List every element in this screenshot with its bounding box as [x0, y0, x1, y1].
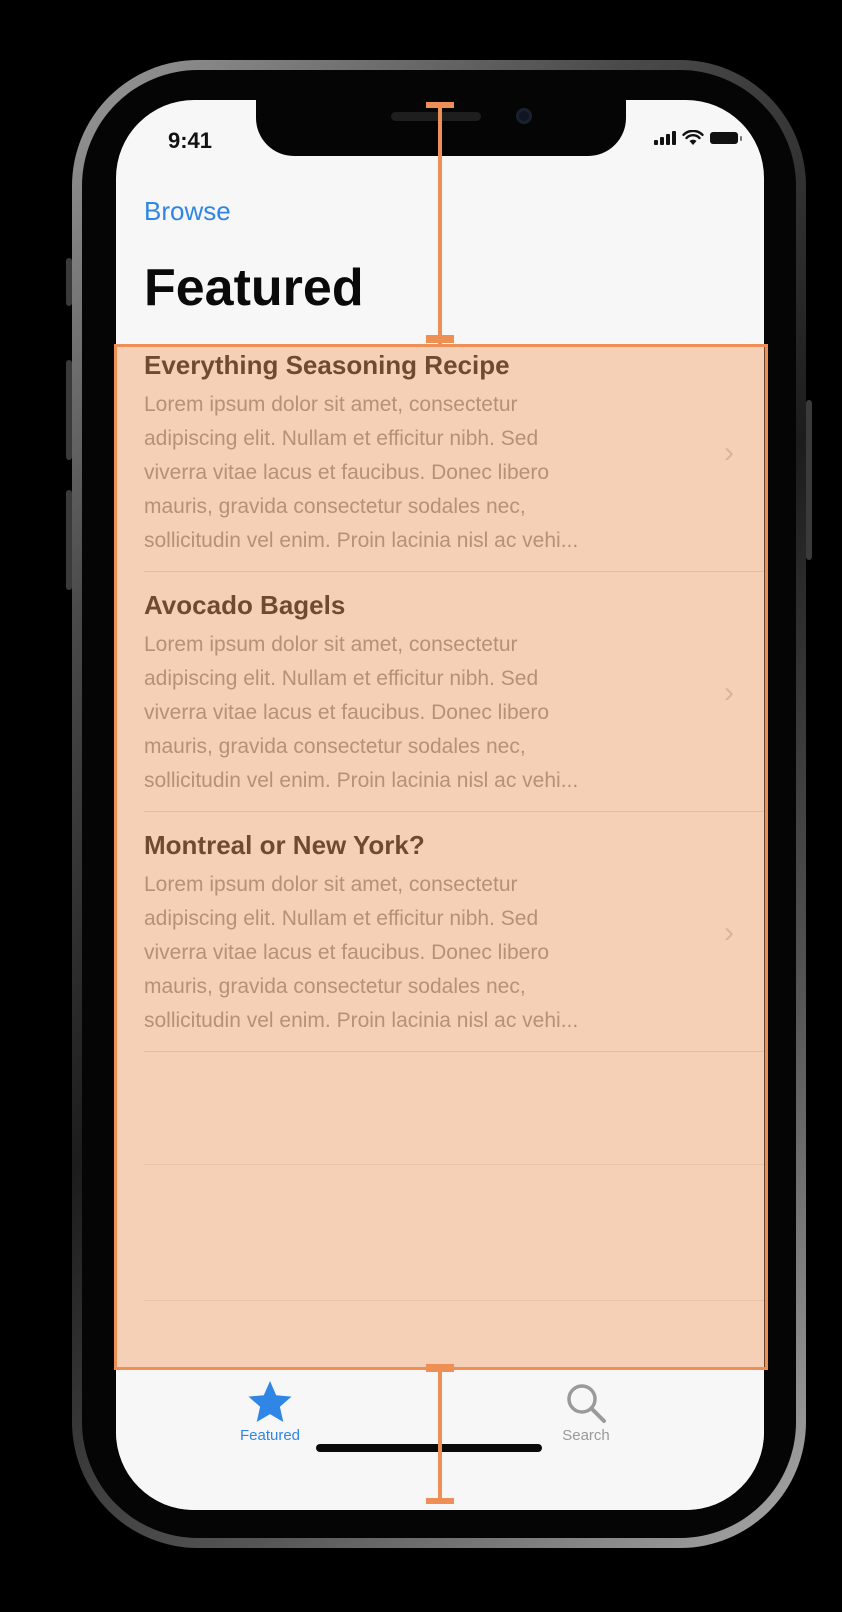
back-button[interactable]: Browse [144, 196, 231, 227]
top-measure-cap [426, 102, 454, 108]
status-icons [654, 130, 742, 146]
wifi-icon [682, 130, 704, 145]
top-measure-end [426, 335, 454, 343]
top-measure-line [438, 104, 442, 344]
volume-up-button [66, 360, 72, 460]
star-icon [248, 1381, 292, 1422]
tab-label: Featured [239, 1427, 301, 1444]
tab-label: Search [562, 1427, 610, 1444]
status-time: 9:41 [168, 128, 213, 153]
content-area-highlight [114, 344, 768, 1370]
front-camera [516, 108, 532, 124]
volume-down-button [66, 490, 72, 590]
speaker-grille [391, 112, 481, 121]
search-icon [567, 1384, 606, 1423]
page-title: Featured [144, 259, 364, 317]
silent-switch [66, 258, 72, 306]
bottom-measure-end [426, 1498, 454, 1504]
home-indicator [316, 1444, 542, 1452]
power-button [806, 400, 812, 560]
cellular-signal-icon [654, 131, 676, 145]
bottom-measure-cap [426, 1364, 454, 1372]
battery-icon [710, 132, 742, 144]
bottom-measure-line [438, 1364, 442, 1504]
